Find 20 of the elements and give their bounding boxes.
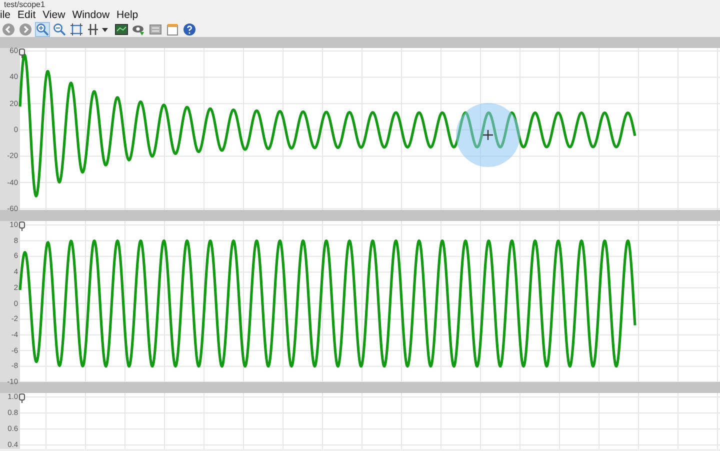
notes-icon[interactable]	[165, 22, 180, 37]
marker-icon[interactable]	[18, 393, 26, 403]
forward-icon[interactable]	[18, 22, 33, 37]
menu-item[interactable]: Help	[116, 9, 138, 22]
zoom-in-icon[interactable]	[35, 22, 50, 37]
zoom-fit-icon[interactable]	[69, 22, 84, 37]
back-icon[interactable]	[1, 22, 16, 37]
menu-item[interactable]: View	[42, 9, 66, 22]
menu-item[interactable]: Window	[72, 9, 110, 22]
cursor-icon[interactable]	[86, 22, 101, 37]
menu-item[interactable]: Edit	[18, 9, 36, 22]
window-title: test/scope1	[3, 0, 45, 9]
zoom-out-icon[interactable]	[52, 22, 67, 37]
menu-item[interactable]: ile	[0, 9, 11, 22]
caret-icon[interactable]	[102, 28, 108, 32]
marker-icon[interactable]	[18, 221, 26, 231]
marker-icon[interactable]	[18, 48, 26, 58]
help-icon[interactable]	[182, 22, 197, 37]
monitor-icon[interactable]	[114, 22, 129, 37]
display-icon[interactable]	[148, 22, 163, 37]
